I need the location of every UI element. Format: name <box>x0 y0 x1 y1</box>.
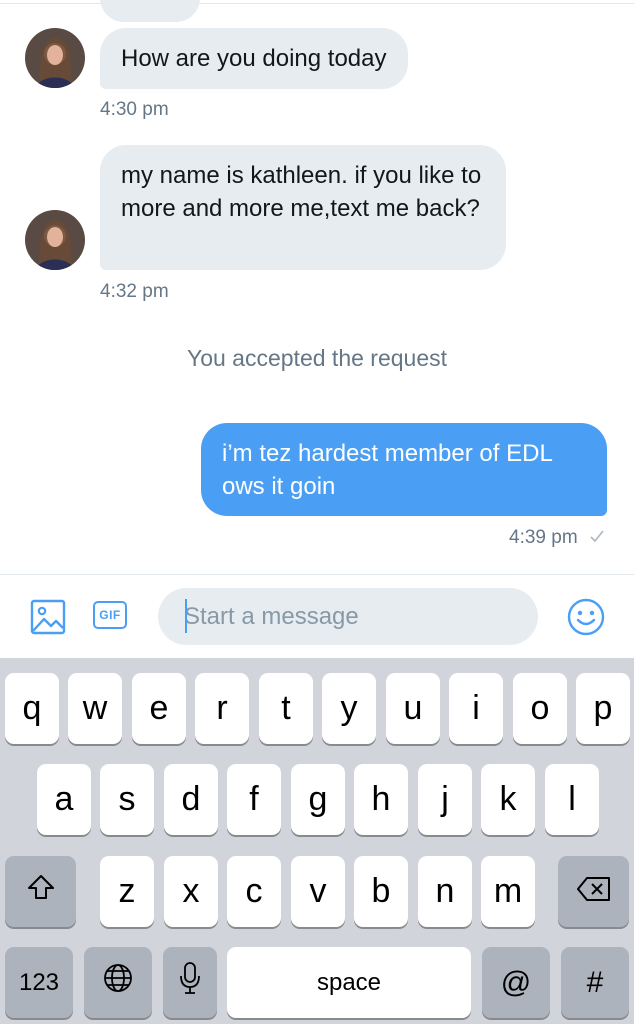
key-g[interactable]: g <box>291 764 345 835</box>
space-key[interactable]: space <box>227 947 471 1018</box>
shift-key[interactable] <box>5 856 76 927</box>
key-t[interactable]: t <box>259 673 313 744</box>
keyboard: q w e r t y u i o p a s d f g h j k l z … <box>0 658 634 1024</box>
message-bubble: my name is kathleen. if you like to more… <box>100 145 506 270</box>
key-s[interactable]: s <box>100 764 154 835</box>
globe-icon <box>102 962 134 1003</box>
key-r[interactable]: r <box>195 673 249 744</box>
composer-divider <box>0 574 634 575</box>
key-f[interactable]: f <box>227 764 281 835</box>
sender-avatar[interactable] <box>25 210 85 270</box>
key-c[interactable]: c <box>227 856 281 927</box>
sender-avatar[interactable] <box>25 28 85 88</box>
key-l[interactable]: l <box>545 764 599 835</box>
gif-button[interactable]: GIF <box>93 601 127 629</box>
key-w[interactable]: w <box>68 673 122 744</box>
key-p[interactable]: p <box>576 673 630 744</box>
key-u[interactable]: u <box>386 673 440 744</box>
key-i[interactable]: i <box>449 673 503 744</box>
message-timestamp: 4:39 pm <box>509 527 578 548</box>
gif-label: GIF <box>93 601 127 629</box>
backspace-icon <box>576 872 612 911</box>
message-timestamp: 4:30 pm <box>100 99 169 120</box>
hash-key[interactable]: # <box>561 947 629 1018</box>
dictation-key[interactable] <box>163 947 217 1018</box>
message-input[interactable] <box>158 588 538 645</box>
outgoing-message-bubble: i’m tez hardest member of EDL ows it goi… <box>201 423 607 516</box>
key-k[interactable]: k <box>481 764 535 835</box>
key-e[interactable]: e <box>132 673 186 744</box>
key-a[interactable]: a <box>37 764 91 835</box>
system-notice: You accepted the request <box>186 345 448 371</box>
message-text: How are you doing today <box>121 45 387 72</box>
key-b[interactable]: b <box>354 856 408 927</box>
key-j[interactable]: j <box>418 764 472 835</box>
key-q[interactable]: q <box>5 673 59 744</box>
check-icon <box>589 528 605 549</box>
key-y[interactable]: y <box>322 673 376 744</box>
key-h[interactable]: h <box>354 764 408 835</box>
message-timestamp: 4:32 pm <box>100 281 169 302</box>
text-caret <box>185 599 187 633</box>
microphone-icon <box>178 961 202 1004</box>
key-d[interactable]: d <box>164 764 218 835</box>
key-z[interactable]: z <box>100 856 154 927</box>
shift-icon <box>26 872 56 911</box>
message-text: i’m tez hardest member of EDL ows it goi… <box>222 440 552 500</box>
message-text: my name is kathleen. if you like to more… <box>121 162 482 222</box>
key-m[interactable]: m <box>481 856 535 927</box>
key-n[interactable]: n <box>418 856 472 927</box>
backspace-key[interactable] <box>558 856 629 927</box>
image-icon[interactable] <box>28 597 68 637</box>
smiley-icon[interactable] <box>565 596 607 638</box>
at-key[interactable]: @ <box>482 947 550 1018</box>
key-x[interactable]: x <box>164 856 218 927</box>
message-bubble: How are you doing today <box>100 28 408 89</box>
key-v[interactable]: v <box>291 856 345 927</box>
thread-top-divider <box>0 3 634 4</box>
previous-message-bubble <box>100 0 200 22</box>
key-o[interactable]: o <box>513 673 567 744</box>
numbers-key[interactable]: 123 <box>5 947 73 1018</box>
globe-key[interactable] <box>84 947 152 1018</box>
